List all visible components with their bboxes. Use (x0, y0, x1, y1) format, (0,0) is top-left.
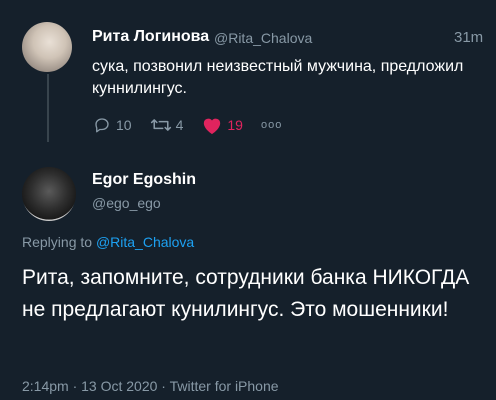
tweet-meta[interactable]: 2:14pm · 13 Oct 2020 · Twitter for iPhon… (22, 378, 279, 394)
like-button[interactable]: 19 (201, 115, 243, 135)
tweet-actions: 10 4 19 ооо (92, 114, 300, 136)
avatar[interactable] (22, 167, 76, 221)
like-count: 19 (227, 117, 243, 133)
replying-to-label: Replying to (22, 234, 93, 250)
more-button[interactable]: ооо (261, 119, 282, 131)
reply-display-name[interactable]: Egor Egoshin (92, 171, 196, 189)
reply-button[interactable]: 10 (92, 116, 132, 134)
more-icon: ооо (260, 119, 283, 131)
parent-handle[interactable]: @Rita_Chalova (214, 30, 312, 46)
reply-icon (95, 118, 109, 133)
parent-tweet-text: сука, позвонил неизвестный мужчина, пред… (92, 58, 464, 97)
retweet-count: 4 (175, 117, 184, 133)
thread-connector-line (47, 74, 49, 142)
heart-icon (204, 118, 221, 135)
parent-display-name[interactable]: Рита Логинова (92, 28, 209, 46)
replying-to-link[interactable]: @Rita_Chalova (96, 234, 194, 250)
reply-tweet-text: Рита, запомните, сотрудники банка НИКОГД… (22, 266, 470, 321)
parent-time[interactable]: 31m (454, 29, 483, 46)
reply-count: 10 (116, 117, 132, 133)
avatar[interactable] (22, 22, 72, 72)
retweet-button[interactable]: 4 (150, 116, 184, 134)
retweet-icon (150, 119, 171, 131)
reply-handle[interactable]: @ego_ego (92, 195, 161, 211)
replying-to: Replying to @Rita_Chalova (22, 234, 194, 250)
